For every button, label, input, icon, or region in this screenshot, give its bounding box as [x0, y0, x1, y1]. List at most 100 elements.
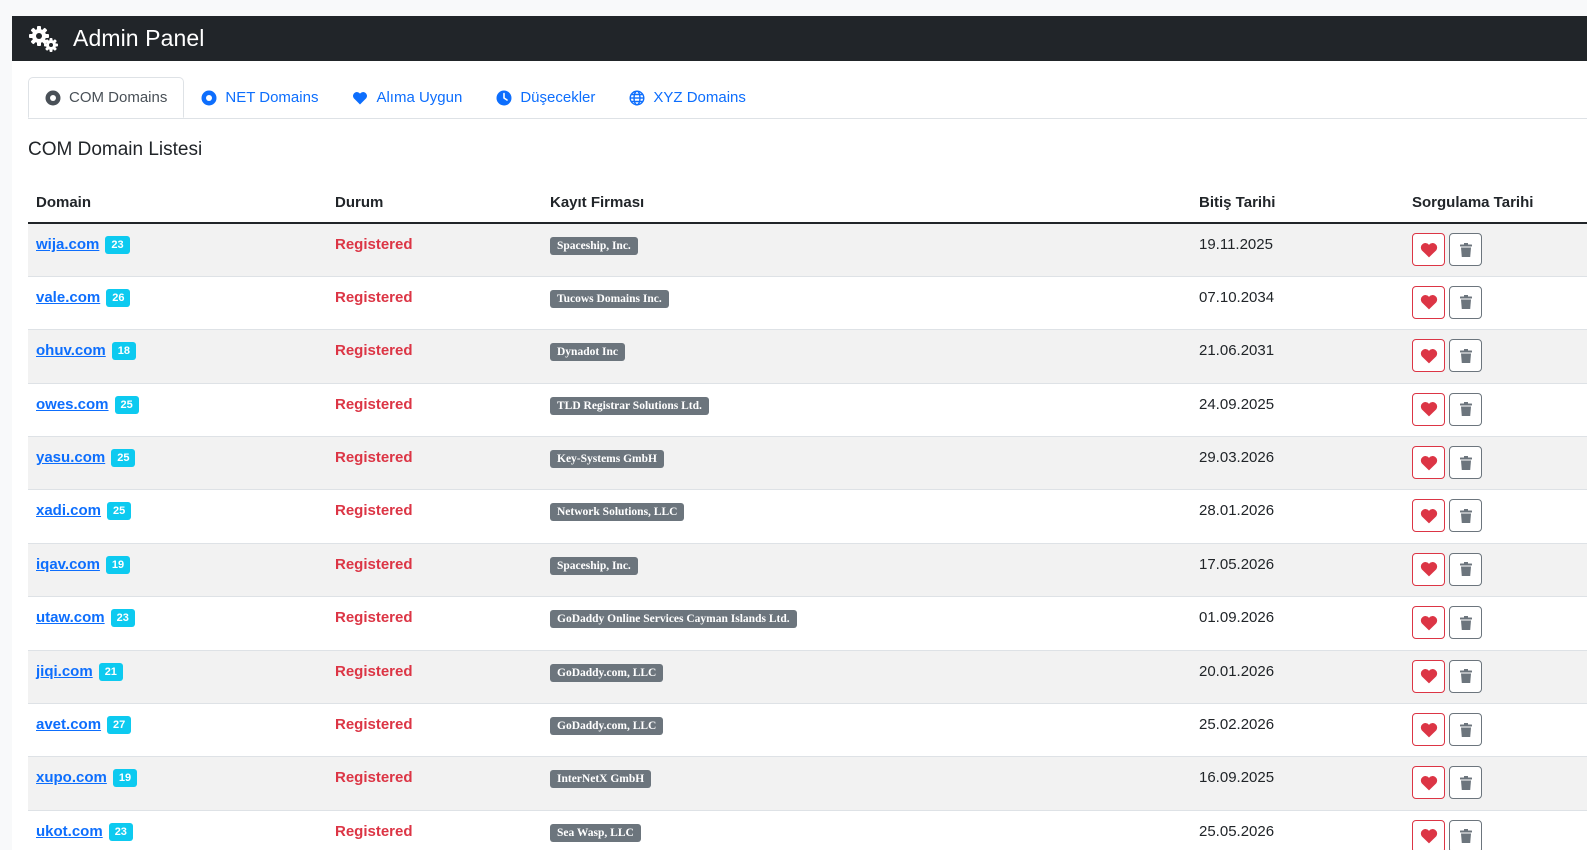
favorite-button[interactable]: [1412, 766, 1445, 800]
status-cell: Registered: [327, 436, 542, 491]
favorite-button[interactable]: [1412, 392, 1445, 426]
table-row: owes.com 25 Registered TLD Registrar Solu…: [28, 383, 1587, 438]
domain-link[interactable]: avet.com: [36, 716, 101, 733]
domain-cell: xadi.com 25: [28, 489, 327, 544]
delete-button[interactable]: [1449, 339, 1482, 373]
expiry-cell: 25.05.2026: [1191, 810, 1404, 850]
tab-net-domains[interactable]: NET Domains: [184, 77, 335, 118]
actions-cell: [1404, 489, 1587, 544]
navbar: Admin Panel: [12, 16, 1587, 61]
domain-cell: ukot.com 23: [28, 810, 327, 850]
domain-link[interactable]: xupo.com: [36, 769, 107, 786]
favorite-button[interactable]: [1412, 499, 1445, 533]
count-badge: 21: [98, 662, 123, 681]
registrar-badge: GoDaddy.com, LLC: [550, 717, 664, 736]
expiry-date: 16.09.2025: [1199, 769, 1275, 787]
column-header-expiry[interactable]: Bitiş Tarihi: [1191, 182, 1404, 224]
delete-button[interactable]: [1449, 819, 1482, 850]
column-header-domain[interactable]: Domain: [28, 182, 327, 224]
favorite-button[interactable]: [1412, 285, 1445, 319]
clock-icon: [496, 90, 512, 106]
globe-icon: [629, 89, 645, 106]
actions-cell: [1404, 223, 1587, 277]
section-title: COM Domain Listesi: [28, 139, 203, 160]
table-row: yasu.com 25 Registered Key-Systems GmbH 2…: [28, 436, 1587, 491]
tab-dusecekler[interactable]: Düşecekler: [479, 77, 612, 118]
delete-button[interactable]: [1449, 233, 1482, 266]
actions-cell: [1404, 383, 1587, 438]
domain-cell: ohuv.com 18: [28, 329, 327, 384]
registrar-cell: TLD Registrar Solutions Ltd.: [542, 383, 1191, 438]
domain-link[interactable]: jiqi.com: [36, 663, 93, 680]
domain-link[interactable]: vale.com: [36, 289, 100, 306]
delete-button[interactable]: [1449, 446, 1482, 480]
status-text: Registered: [335, 236, 413, 253]
delete-button[interactable]: [1449, 766, 1482, 800]
status-text: Registered: [335, 342, 413, 360]
status-cell: Registered: [327, 703, 542, 758]
app-window: Admin Panel COM Domains NET Domains Alım…: [12, 16, 1587, 850]
delete-button[interactable]: [1449, 552, 1482, 586]
favorite-button[interactable]: [1412, 819, 1445, 850]
domain-link[interactable]: owes.com: [36, 396, 109, 413]
delete-button[interactable]: [1449, 713, 1482, 747]
domain-cell: yasu.com 25: [28, 436, 327, 491]
trash-icon: [1459, 508, 1472, 523]
table-row: avet.com 27 Registered GoDaddy.com, LLC 2…: [28, 703, 1587, 758]
status-text: Registered: [335, 609, 413, 627]
actions-cell: [1404, 276, 1587, 331]
favorite-button[interactable]: [1412, 713, 1445, 747]
heart-icon: [1420, 295, 1437, 310]
domain-link[interactable]: xadi.com: [36, 502, 101, 519]
column-header-status[interactable]: Durum: [327, 182, 542, 224]
expiry-date: 19.11.2025: [1199, 236, 1273, 253]
trash-icon: [1459, 775, 1472, 790]
delete-button[interactable]: [1449, 659, 1482, 693]
status-cell: Registered: [327, 756, 542, 811]
table-row: vale.com 26 Registered Tucows Domains Inc…: [28, 276, 1587, 331]
expiry-cell: 21.06.2031: [1191, 329, 1404, 384]
trash-icon: [1459, 242, 1472, 257]
domain-link[interactable]: wija.com: [36, 236, 99, 253]
tab-alima-uygun[interactable]: Alıma Uygun: [335, 77, 479, 118]
status-text: Registered: [335, 716, 413, 734]
registrar-badge: Sea Wasp, LLC: [550, 823, 641, 842]
domain-link[interactable]: utaw.com: [36, 609, 105, 626]
expiry-cell: 28.01.2026: [1191, 489, 1404, 544]
favorite-button[interactable]: [1412, 446, 1445, 480]
trash-icon: [1459, 722, 1472, 737]
status-cell: Registered: [327, 650, 542, 705]
actions-cell: [1404, 703, 1587, 758]
actions-cell: [1404, 543, 1587, 598]
domain-link[interactable]: iqav.com: [36, 556, 100, 573]
circle-dot-icon: [45, 90, 61, 106]
delete-button[interactable]: [1449, 606, 1482, 640]
domain-link[interactable]: ohuv.com: [36, 342, 106, 359]
count-badge: 23: [108, 822, 133, 841]
column-header-registrar[interactable]: Kayıt Firması: [542, 182, 1191, 224]
delete-button[interactable]: [1449, 499, 1482, 533]
expiry-date: 29.03.2026: [1199, 449, 1275, 467]
actions-cell: [1404, 756, 1587, 811]
tab-xyz-domains[interactable]: XYZ Domains: [612, 77, 763, 118]
heart-icon: [1420, 455, 1437, 470]
favorite-button[interactable]: [1412, 233, 1445, 266]
status-text: Registered: [335, 555, 413, 573]
delete-button[interactable]: [1449, 392, 1482, 426]
domain-link[interactable]: ukot.com: [36, 823, 103, 840]
favorite-button[interactable]: [1412, 552, 1445, 586]
tab-com-domains[interactable]: COM Domains: [28, 77, 185, 118]
expiry-cell: 01.09.2026: [1191, 596, 1404, 651]
status-text: Registered: [335, 662, 413, 680]
status-cell: Registered: [327, 596, 542, 651]
count-badge: 26: [106, 288, 131, 307]
registrar-cell: Spaceship, Inc.: [542, 543, 1191, 598]
domain-cell: owes.com 25: [28, 383, 327, 438]
favorite-button[interactable]: [1412, 606, 1445, 640]
domain-link[interactable]: yasu.com: [36, 449, 105, 466]
column-header-queried[interactable]: Sorgulama Tarihi: [1404, 182, 1587, 224]
favorite-button[interactable]: [1412, 339, 1445, 373]
delete-button[interactable]: [1449, 285, 1482, 319]
registrar-cell: Key-Systems GmbH: [542, 436, 1191, 491]
favorite-button[interactable]: [1412, 659, 1445, 693]
